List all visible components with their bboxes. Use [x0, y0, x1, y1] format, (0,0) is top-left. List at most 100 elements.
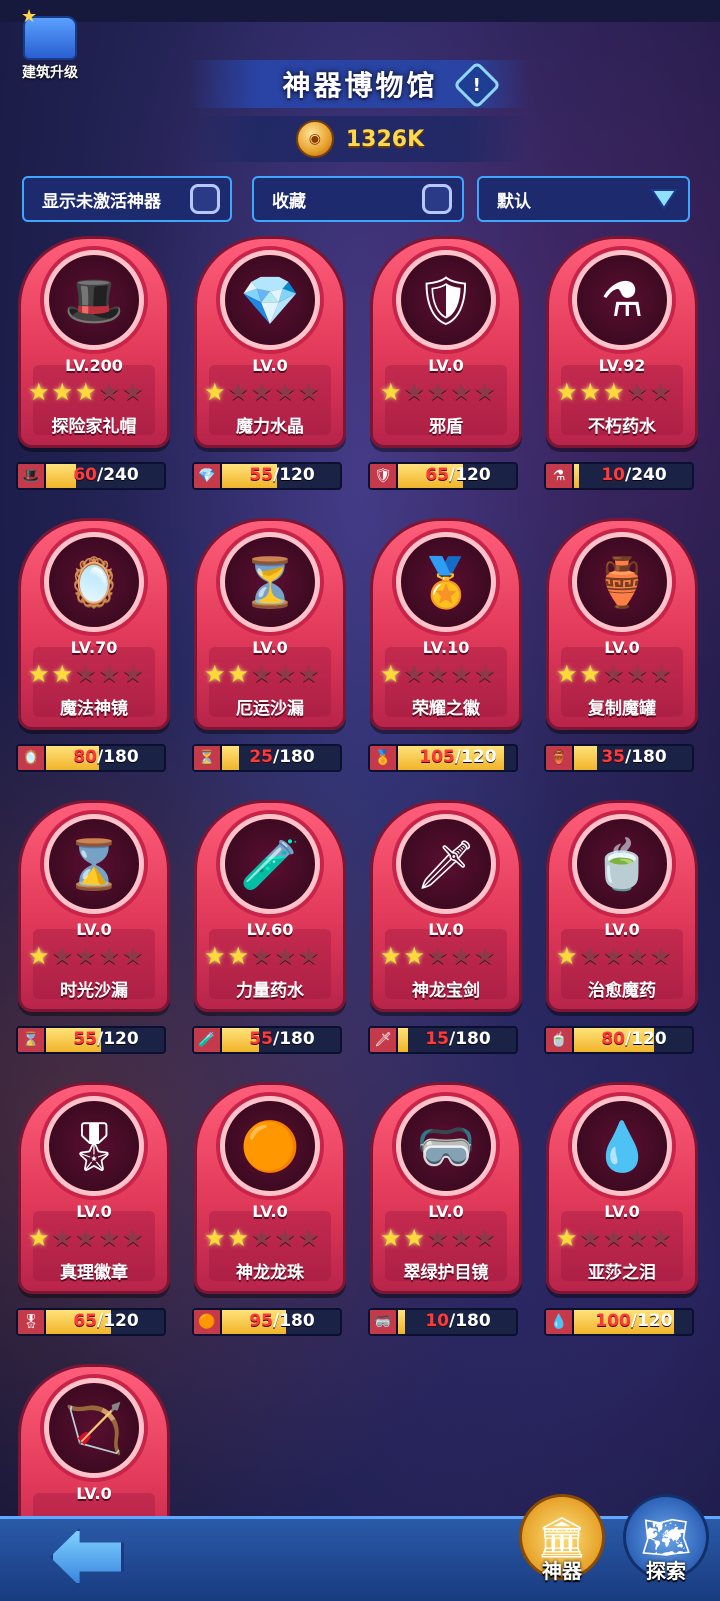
- artifact-level: LV.0: [76, 1202, 112, 1221]
- favorites-filter[interactable]: 收藏: [252, 176, 464, 222]
- artifact-card[interactable]: 🏅 LV.10 ★ ★ ★ ★ ★ 荣耀之徽: [366, 518, 526, 736]
- star-rating: ★ ★ ★ ★ ★: [204, 378, 320, 406]
- artifact-name: 探险家礼帽: [51, 417, 137, 437]
- star-icon: ★: [204, 660, 226, 688]
- status-bar: [0, 0, 720, 22]
- artifact-icon: 🧪: [220, 814, 320, 914]
- sort-dropdown[interactable]: 默认: [477, 176, 690, 222]
- artifact-level: LV.0: [252, 638, 288, 657]
- shard-count: 35/180: [576, 747, 692, 767]
- artifact-icon: 🗡: [396, 814, 496, 914]
- artifact-card[interactable]: 🏺 LV.0 ★ ★ ★ ★ ★ 复制魔罐: [542, 518, 702, 736]
- artifact-icon: 🏹: [44, 1378, 144, 1478]
- explore-tab[interactable]: 🗺 探索: [620, 1494, 712, 1590]
- artifact-name: 荣耀之徽: [412, 699, 480, 719]
- shard-count: 10/180: [400, 1311, 516, 1331]
- star-icon: ★: [51, 660, 74, 688]
- star-icon: ★: [98, 660, 121, 688]
- favorites-checkbox[interactable]: [422, 184, 452, 214]
- artifact-level: LV.0: [76, 1484, 112, 1503]
- star-icon: ★: [204, 378, 226, 406]
- star-icon: ★: [450, 1224, 473, 1252]
- shard-current: 10: [601, 465, 625, 485]
- artifact-card[interactable]: 🧪 LV.60 ★ ★ ★ ★ ★ 力量药水: [190, 800, 350, 1018]
- star-rating: ★ ★ ★ ★ ★: [380, 942, 496, 970]
- shard-max: /180: [448, 1311, 491, 1331]
- artifact-name: 不朽药水: [588, 417, 656, 437]
- star-icon: ★: [450, 378, 473, 406]
- shard-current: 80: [73, 747, 97, 767]
- shard-progress-bar: 🎩 60/240: [16, 462, 166, 490]
- artifact-card[interactable]: 🪞 LV.70 ★ ★ ★ ★ ★ 魔法神镜: [14, 518, 174, 736]
- artifact-card[interactable]: ⌛ LV.0 ★ ★ ★ ★ ★ 时光沙漏: [14, 800, 174, 1018]
- shard-max: /180: [448, 1029, 491, 1049]
- star-icon: ★: [579, 660, 602, 688]
- shard-progress-bar: 💧 100/120: [544, 1308, 694, 1336]
- shard-current: 65: [73, 1311, 97, 1331]
- star-icon: ★: [450, 942, 473, 970]
- shard-icon: 💧: [546, 1310, 574, 1334]
- artifact-card[interactable]: 🍵 LV.0 ★ ★ ★ ★ ★ 治愈魔药: [542, 800, 702, 1018]
- artifact-card[interactable]: 💧 LV.0 ★ ★ ★ ★ ★ 亚莎之泪: [542, 1082, 702, 1300]
- title-banner: 神器博物馆 !: [190, 60, 530, 110]
- sort-label: 默认: [497, 191, 531, 212]
- artifact-icon: 🪞: [44, 532, 144, 632]
- star-icon: ★: [51, 1224, 74, 1252]
- star-icon: ★: [274, 1224, 297, 1252]
- star-icon: ★: [251, 942, 273, 970]
- coin-counter: ◉ 1326K: [190, 116, 530, 162]
- info-button[interactable]: !: [452, 60, 502, 110]
- shard-icon: 🟠: [194, 1310, 222, 1334]
- artifact-card[interactable]: 🟠 LV.0 ★ ★ ★ ★ ★ 神龙龙珠: [190, 1082, 350, 1300]
- shard-current: 60: [73, 465, 97, 485]
- building-icon: [21, 6, 77, 60]
- building-upgrade-button[interactable]: 建筑升级: [10, 6, 90, 88]
- star-rating: ★ ★ ★ ★ ★: [28, 660, 144, 688]
- artifact-card[interactable]: ⚗ LV.92 ★ ★ ★ ★ ★ 不朽药水: [542, 236, 702, 454]
- shard-icon: 🏅: [370, 746, 398, 770]
- shard-progress-bar: 🗡 15/180: [368, 1026, 518, 1054]
- artifact-card[interactable]: 🎩 LV.200 ★ ★ ★ ★ ★ 探险家礼帽: [14, 236, 174, 454]
- star-icon: ★: [227, 378, 250, 406]
- shard-icon: ⌛: [18, 1028, 46, 1052]
- artifact-card[interactable]: ⏳ LV.0 ★ ★ ★ ★ ★ 厄运沙漏: [190, 518, 350, 736]
- star-icon: ★: [380, 942, 402, 970]
- star-icon: ★: [122, 1224, 144, 1252]
- artifact-card[interactable]: 💎 LV.0 ★ ★ ★ ★ ★ 魔力水晶: [190, 236, 350, 454]
- shard-icon: 🛡: [370, 464, 398, 488]
- shard-max: /120: [96, 1029, 139, 1049]
- artifact-card[interactable]: 🎖 LV.0 ★ ★ ★ ★ ★ 真理徽章: [14, 1082, 174, 1300]
- shard-count: 25/180: [224, 747, 340, 767]
- shard-count: 15/180: [400, 1029, 516, 1049]
- show-inactive-filter[interactable]: 显示未激活神器: [22, 176, 232, 222]
- star-rating: ★ ★ ★ ★ ★: [380, 378, 496, 406]
- artifact-card[interactable]: 🗡 LV.0 ★ ★ ★ ★ ★ 神龙宝剑: [366, 800, 526, 1018]
- artifact-name: 厄运沙漏: [236, 699, 304, 719]
- star-icon: ★: [98, 942, 121, 970]
- shard-icon: 🎩: [18, 464, 46, 488]
- star-rating: ★ ★ ★ ★ ★: [556, 378, 672, 406]
- shard-max: /120: [454, 747, 497, 767]
- star-icon: ★: [98, 1224, 121, 1252]
- star-icon: ★: [626, 1224, 649, 1252]
- artifact-level: LV.0: [428, 356, 464, 375]
- star-icon: ★: [556, 942, 578, 970]
- star-icon: ★: [204, 942, 226, 970]
- shard-max: /180: [624, 747, 667, 767]
- star-icon: ★: [274, 942, 297, 970]
- artifact-tab[interactable]: 🏛 神器: [516, 1494, 608, 1590]
- artifact-name: 真理徽章: [60, 1263, 128, 1283]
- show-inactive-checkbox[interactable]: [190, 184, 220, 214]
- shard-max: /180: [272, 747, 315, 767]
- artifact-icon: 🥽: [396, 1096, 496, 1196]
- star-icon: ★: [51, 942, 74, 970]
- artifact-icon: 💧: [572, 1096, 672, 1196]
- shard-count: 55/120: [48, 1029, 164, 1049]
- artifact-icon: 🎩: [44, 250, 144, 350]
- artifact-icon: ⌛: [44, 814, 144, 914]
- shard-count: 80/120: [576, 1029, 692, 1049]
- star-icon: ★: [227, 942, 250, 970]
- artifact-card[interactable]: 🥽 LV.0 ★ ★ ★ ★ ★ 翠绿护目镜: [366, 1082, 526, 1300]
- star-icon: ★: [122, 660, 144, 688]
- artifact-card[interactable]: 🛡 LV.0 ★ ★ ★ ★ ★ 邪盾: [366, 236, 526, 454]
